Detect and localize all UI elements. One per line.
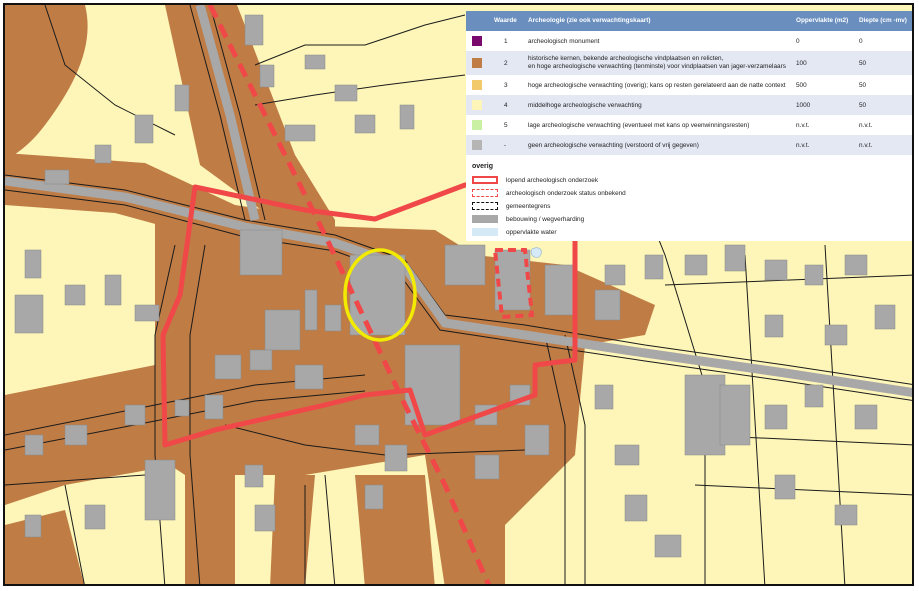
legend-desc: lage archeologische verwachting (eventue… [528, 122, 750, 129]
legend-swatch [472, 80, 482, 90]
legend-row: 3 hoge archeologische verwachting (overi… [466, 75, 912, 95]
legend-row: 4 middelhoge archeologische verwachting … [466, 95, 912, 115]
legend-depth: 0 [859, 38, 863, 45]
overig-label: gemeentegrens [506, 203, 551, 210]
legend-area: 1000 [796, 102, 811, 109]
grey-fill-icon [472, 215, 498, 223]
solid-red-line-icon [472, 176, 498, 184]
legend-desc: archeologisch monument [528, 38, 600, 45]
dashed-red-line-icon [472, 189, 498, 197]
legend-header: Waarde Archeologie (zie ook verwachtings… [466, 11, 912, 31]
legend-value: 2 [504, 60, 508, 67]
header-area: Oppervlakte (m2) [796, 17, 849, 24]
legend-row: 2 historische kernen, bekende archeologi… [466, 51, 912, 75]
water-fill-icon [472, 228, 498, 236]
overig-title: overig [472, 163, 494, 170]
legend-desc-line2: en hoge archeologische verwachting (tenm… [528, 63, 786, 70]
legend-value: - [504, 142, 507, 149]
overig-label: lopend archeologisch onderzoek [506, 177, 599, 184]
overig-item: lopend archeologisch onderzoek [472, 176, 912, 186]
legend-desc: middelhoge archeologische verwachting [528, 102, 642, 109]
legend-swatch [472, 140, 482, 150]
overig-item: archeologisch onderzoek status onbekend [472, 189, 912, 199]
map-legend: Waarde Archeologie (zie ook verwachtings… [466, 11, 912, 241]
legend-area: 500 [796, 82, 807, 89]
overig-item: bebouwing / wegverharding [472, 215, 912, 225]
legend-value: 3 [504, 82, 508, 89]
legend-depth: 50 [859, 102, 867, 109]
legend-swatch [472, 100, 482, 110]
legend-value: 5 [504, 122, 508, 129]
legend-area: n.v.t. [796, 122, 810, 129]
legend-depth: n.v.t. [859, 142, 873, 149]
legend-swatch [472, 36, 482, 46]
legend-depth: 50 [859, 60, 867, 67]
overig-item: oppervlakte water [472, 228, 912, 238]
header-value: Waarde [494, 17, 517, 24]
legend-row: 5 lage archeologische verwachting (event… [466, 115, 912, 135]
dashed-black-line-icon [472, 202, 498, 210]
legend-area: 0 [796, 38, 800, 45]
legend-area: 100 [796, 60, 807, 67]
legend-value: 1 [504, 38, 508, 45]
legend-row: 1 archeologisch monument 0 0 [466, 31, 912, 51]
map-frame: Waarde Archeologie (zie ook verwachtings… [3, 3, 914, 586]
header-category: Archeologie (zie ook verwachtingskaart) [528, 17, 651, 24]
legend-depth: 50 [859, 82, 867, 89]
legend-swatch [472, 120, 482, 130]
legend-value: 4 [504, 102, 508, 109]
legend-row: - geen archeologische verwachting (verst… [466, 135, 912, 155]
overig-label: archeologisch onderzoek status onbekend [506, 190, 626, 197]
water-feature [530, 247, 542, 258]
legend-area: n.v.t. [796, 142, 810, 149]
header-depth: Diepte (cm -mv) [859, 17, 907, 24]
legend-swatch [472, 58, 482, 68]
legend-desc: historische kernen, bekende archeologisc… [528, 55, 724, 62]
overig-item: gemeentegrens [472, 202, 912, 212]
legend-desc: geen archeologische verwachting (verstoo… [528, 142, 699, 149]
overig-label: oppervlakte water [506, 229, 557, 236]
legend-desc: hoge archeologische verwachting (overig)… [528, 82, 786, 89]
overig-label: bebouwing / wegverharding [506, 216, 585, 223]
legend-depth: n.v.t. [859, 122, 873, 129]
